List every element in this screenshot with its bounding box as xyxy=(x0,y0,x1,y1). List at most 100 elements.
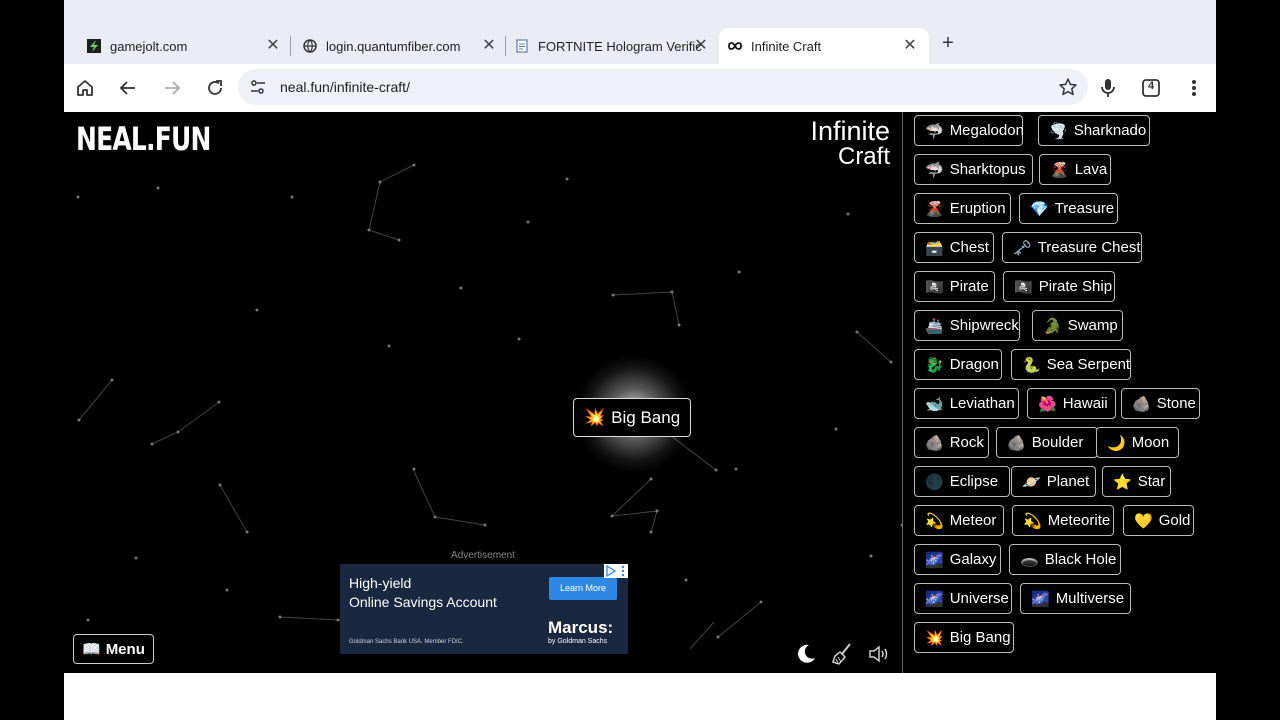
sidebar-element-treasure-chest[interactable]: 🗝️ Treasure Chest xyxy=(1002,232,1142,263)
element-label: Eruption xyxy=(949,200,1006,217)
element-emoji-icon: 🦈 xyxy=(925,161,944,179)
sidebar-element-rock[interactable]: 🪨 Rock xyxy=(914,427,989,458)
sidebar-element-lava[interactable]: 🌋 Lava xyxy=(1039,154,1111,185)
sidebar-element-moon[interactable]: 🌙 Moon xyxy=(1096,427,1179,458)
new-tab-button[interactable]: + xyxy=(936,32,960,56)
element-label: Pirate Ship xyxy=(1038,278,1113,295)
menu-button[interactable]: 📖 Menu xyxy=(73,634,154,664)
element-label: Swamp xyxy=(1067,317,1118,334)
sidebar-element-universe[interactable]: 🌌 Universe xyxy=(914,583,1012,614)
element-label: Big Bang xyxy=(611,407,681,427)
address-bar[interactable]: neal.fun/infinite-craft/ xyxy=(238,69,1088,105)
element-emoji-icon: 🌋 xyxy=(1050,161,1069,179)
sidebar-element-meteor[interactable]: 💫 Meteor xyxy=(914,505,1004,536)
element-label: Megalodon xyxy=(949,122,1024,139)
sidebar-element-big-bang[interactable]: 💥 Big Bang xyxy=(914,622,1014,653)
sidebar-element-pirate-ship[interactable]: 🏴‍☠️ Pirate Ship xyxy=(1003,271,1115,302)
ad-legal-text: Goldman Sachs Bank USA. Member FDIC. xyxy=(349,639,464,645)
ad-headline: High-yield Online Savings Account xyxy=(349,575,497,610)
broom-icon[interactable] xyxy=(830,642,854,666)
element-emoji-icon: 🐍 xyxy=(1022,356,1041,374)
sidebar-element-shipwreck[interactable]: 🚢 Shipwreck xyxy=(914,310,1020,341)
sidebar-element-meteorite[interactable]: 💫 Meteorite xyxy=(1012,505,1114,536)
tab-close-icon[interactable]: ✕ xyxy=(901,37,919,55)
element-label: Meteorite xyxy=(1047,512,1111,529)
sidebar-element-star[interactable]: ⭐ Star xyxy=(1102,466,1171,497)
sidebar-element-sharktopus[interactable]: 🦈 Sharktopus xyxy=(914,154,1033,185)
element-label: Star xyxy=(1137,473,1166,490)
craft-canvas[interactable]: NEAL.FUN Infinite Craft 💥 Big Bang Adver… xyxy=(64,112,902,673)
elements-sidebar[interactable]: 🦈 Megalodon 🌪️ Sharknado 🦈 Sharktopus 🌋 Lava 🌋 Er… xyxy=(902,112,1216,673)
sidebar-element-eclipse[interactable]: 🌑 Eclipse xyxy=(914,466,1010,497)
element-emoji-icon: 🌌 xyxy=(925,551,944,569)
moon-icon[interactable] xyxy=(794,642,818,666)
element-emoji-icon: 🌋 xyxy=(925,200,944,218)
star-icon[interactable] xyxy=(1058,77,1078,102)
element-label: Gold xyxy=(1158,512,1191,529)
element-emoji-icon: 🌪️ xyxy=(1049,122,1068,140)
tab-infinite-craft[interactable]: Infinite Craft ✕ xyxy=(719,28,929,64)
sidebar-element-leviathan[interactable]: 🐋 Leviathan xyxy=(914,388,1019,419)
sidebar-element-sharknado[interactable]: 🌪️ Sharknado xyxy=(1038,115,1150,146)
sidebar-element-chest[interactable]: 🗃️ Chest xyxy=(914,232,994,263)
document-icon xyxy=(514,38,530,54)
element-emoji-icon: 🪨 xyxy=(1132,395,1151,413)
sidebar-element-hawaii[interactable]: 🌺 Hawaii xyxy=(1027,388,1116,419)
mic-icon[interactable] xyxy=(1094,74,1122,102)
ad-learn-more-button[interactable]: Learn More xyxy=(549,577,617,600)
infinity-icon xyxy=(727,38,743,54)
home-icon[interactable] xyxy=(71,74,99,102)
element-label: Lava xyxy=(1074,161,1108,178)
sidebar-element-eruption[interactable]: 🌋 Eruption xyxy=(914,193,1011,224)
element-emoji-icon: 🗃️ xyxy=(925,239,944,257)
sidebar-element-multiverse[interactable]: 🌌 Multiverse xyxy=(1020,583,1131,614)
tab-gamejolt[interactable]: gamejolt.com ✕ xyxy=(64,28,292,64)
speaker-icon[interactable] xyxy=(867,642,891,666)
url-text[interactable]: neal.fun/infinite-craft/ xyxy=(280,79,410,95)
sidebar-element-swamp[interactable]: 🐊 Swamp xyxy=(1032,310,1123,341)
element-emoji-icon: 🐋 xyxy=(925,395,944,413)
forward-icon[interactable] xyxy=(158,74,186,102)
reload-icon[interactable] xyxy=(201,74,229,102)
sidebar-element-black-hole[interactable]: 🕳️ Black Hole xyxy=(1009,544,1121,575)
extensions-count-icon[interactable]: 4 xyxy=(1137,74,1165,102)
element-label: Shipwreck xyxy=(949,317,1019,334)
sidebar-element-treasure[interactable]: 💎 Treasure xyxy=(1019,193,1118,224)
ad-banner[interactable]: High-yield Online Savings Account Learn … xyxy=(340,564,628,654)
adchoices-icon[interactable] xyxy=(604,564,628,578)
element-emoji-icon: 🐉 xyxy=(925,356,944,374)
element-emoji-icon: 🦈 xyxy=(925,122,944,140)
element-emoji-icon: 🌌 xyxy=(925,590,944,608)
tab-close-icon[interactable]: ✕ xyxy=(692,37,710,55)
sidebar-element-galaxy[interactable]: 🌌 Galaxy xyxy=(914,544,1001,575)
sidebar-element-stone[interactable]: 🪨 Stone xyxy=(1121,388,1200,419)
title-line-1: Infinite xyxy=(810,116,890,146)
element-emoji-icon: 🐊 xyxy=(1043,317,1062,335)
element-emoji-icon: 🪨 xyxy=(925,434,944,452)
sidebar-element-dragon[interactable]: 🐉 Dragon xyxy=(914,349,1002,380)
canvas-element-big-bang[interactable]: 💥 Big Bang xyxy=(573,398,692,437)
sidebar-element-sea-serpent[interactable]: 🐍 Sea Serpent xyxy=(1011,349,1131,380)
element-emoji-icon: ⭐ xyxy=(1113,473,1132,491)
sidebar-element-boulder[interactable]: 🪨 Boulder xyxy=(996,427,1098,458)
tab-fortnite[interactable]: FORTNITE Hologram Verific ✕ xyxy=(492,28,720,64)
advertisement[interactable]: Advertisement High-yield Online Savings … xyxy=(338,550,628,655)
element-label: Multiverse xyxy=(1055,590,1125,607)
infinite-craft-title: Infinite Craft xyxy=(810,118,890,170)
title-line-2: Craft xyxy=(837,143,890,170)
tab-quantumfiber[interactable]: login.quantumfiber.com ✕ xyxy=(280,28,508,64)
neal-fun-logo[interactable]: NEAL.FUN xyxy=(76,120,211,158)
tab-strip: gamejolt.com ✕ login.quantumfiber.com ✕ … xyxy=(64,0,1216,64)
back-icon[interactable] xyxy=(114,74,142,102)
element-label: Meteor xyxy=(949,512,997,529)
tune-icon[interactable] xyxy=(248,77,268,97)
sidebar-element-megalodon[interactable]: 🦈 Megalodon xyxy=(914,115,1024,146)
element-emoji-icon: 🏴‍☠️ xyxy=(925,278,944,296)
element-label: Galaxy xyxy=(949,551,997,568)
sidebar-element-pirate[interactable]: 🏴‍☠️ Pirate xyxy=(914,271,995,302)
element-emoji-icon: 🪨 xyxy=(1007,434,1026,452)
sidebar-element-planet[interactable]: 🪐 Planet xyxy=(1011,466,1096,497)
sidebar-element-gold[interactable]: 💛 Gold xyxy=(1123,505,1194,536)
kebab-icon[interactable] xyxy=(1180,74,1208,102)
element-list: 🦈 Megalodon 🌪️ Sharknado 🦈 Sharktopus 🌋 Lava 🌋 Er… xyxy=(903,112,1217,673)
